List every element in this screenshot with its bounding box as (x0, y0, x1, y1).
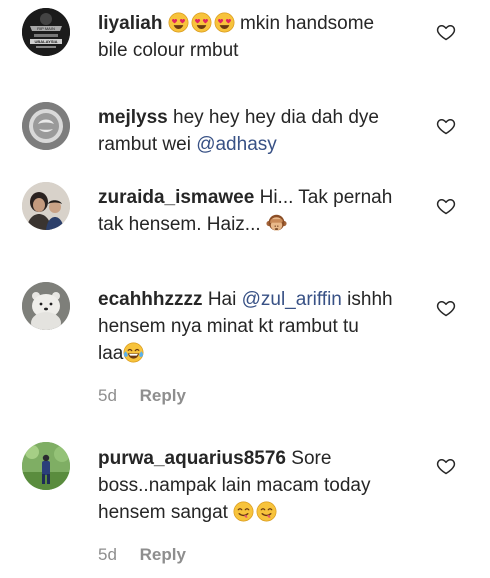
comment-text: ishhh (341, 289, 393, 310)
like-heart-icon[interactable] (436, 456, 456, 476)
comment-text: hensem sangat (98, 502, 228, 523)
comment-text: bile colour rmbut (98, 40, 239, 61)
avatar[interactable] (22, 282, 70, 330)
comment-text: hey hey hey dia dah dye (173, 107, 380, 128)
comment-username[interactable]: zuraida_ismawee (98, 187, 254, 208)
comment-timestamp: 5d (98, 386, 117, 405)
reply-button[interactable]: Reply (140, 386, 186, 405)
like-heart-icon[interactable] (436, 116, 456, 136)
comment-meta: 5d Reply (98, 386, 186, 406)
avatar-image (22, 282, 70, 330)
comment-username[interactable]: liyaliah (98, 13, 162, 34)
heart-eyes-emoji-icon (214, 12, 235, 33)
comment-body: ecahhhzzzz Hai @zul_ariffin ishhh hensem… (98, 286, 418, 367)
mention-link[interactable]: @zul_ariffin (242, 289, 342, 310)
avatar-image (22, 442, 70, 490)
comment-username[interactable]: purwa_aquarius8576 (98, 448, 286, 469)
comment-text: Sore (291, 448, 332, 469)
avatar-image (22, 182, 70, 230)
comment-text: rambut wei (98, 134, 197, 155)
avatar[interactable]: RIP MAIN UBALAYSIA (22, 8, 70, 56)
comment-text: laa (98, 343, 124, 364)
see-no-evil-monkey-emoji-icon (266, 213, 287, 234)
comment-body: purwa_aquarius8576 Sore boss..nampak lai… (98, 445, 418, 526)
comment-meta: 5d Reply (98, 545, 186, 565)
avatar[interactable] (22, 182, 70, 230)
comment-text: mkin handsome (239, 13, 375, 34)
avatar-image (22, 102, 70, 150)
comment-text: hensem nya minat kt rambut tu (98, 316, 359, 337)
like-heart-icon[interactable] (436, 196, 456, 216)
heart-eyes-emoji-icon (191, 12, 212, 33)
comment-text: boss..nampak lain macam today (98, 475, 371, 496)
comment-body: zuraida_ismawee Hi... Tak pernah tak hen… (98, 184, 418, 238)
like-heart-icon[interactable] (436, 298, 456, 318)
svg-text:RIP MAIN: RIP MAIN (37, 26, 55, 31)
avatar-image: RIP MAIN UBALAYSIA (22, 8, 70, 56)
comment-timestamp: 5d (98, 545, 117, 564)
comment-body: mejlyss hey hey hey dia dah dye rambut w… (98, 104, 418, 158)
reply-button[interactable]: Reply (140, 545, 186, 564)
comment-text: Hi... Tak pernah (259, 187, 393, 208)
tears-of-joy-emoji-icon (123, 342, 144, 363)
comment-text: tak hensem. Haiz... (98, 214, 261, 235)
avatar[interactable] (22, 102, 70, 150)
svg-text:UBALAYSIA: UBALAYSIA (35, 39, 58, 44)
avatar[interactable] (22, 442, 70, 490)
heart-eyes-emoji-icon (168, 12, 189, 33)
comment-text: Hai (207, 289, 242, 310)
yum-face-emoji-icon (233, 501, 254, 522)
comment-username[interactable]: mejlyss (98, 107, 168, 128)
comment-body: liyaliah mkin handsome bile colour rmbut (98, 10, 418, 64)
yum-face-emoji-icon (256, 501, 277, 522)
mention-link[interactable]: @adhasy (196, 134, 277, 155)
like-heart-icon[interactable] (436, 22, 456, 42)
comment-username[interactable]: ecahhhzzzz (98, 289, 203, 310)
